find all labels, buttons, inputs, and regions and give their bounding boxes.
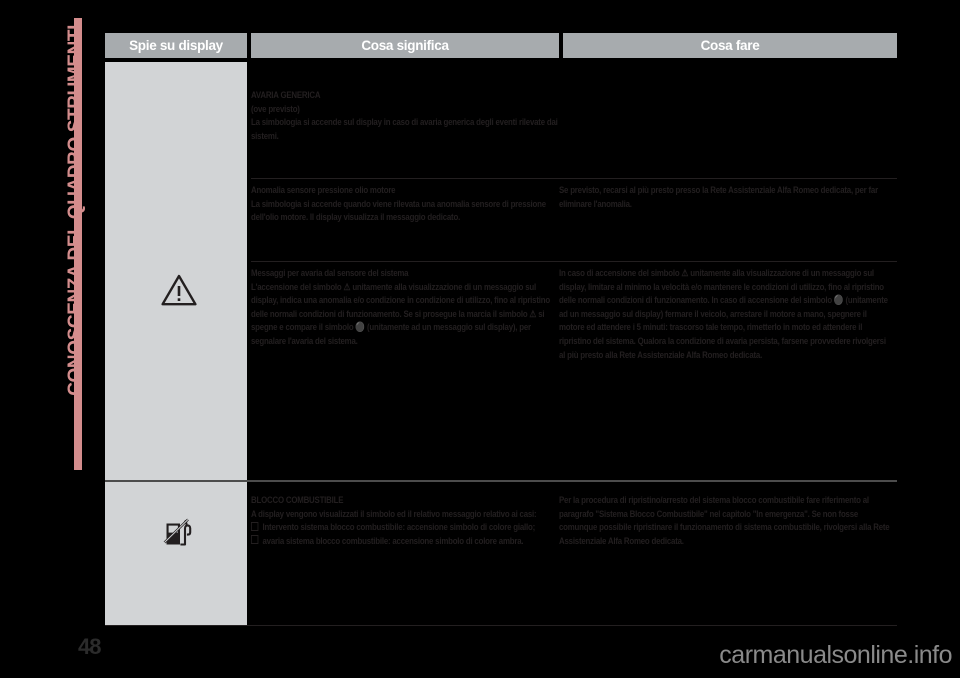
row-2-means-body: La simbologia si accende quando viene ri… [251, 198, 546, 224]
row-4-bullet-2: avaria sistema blocco combustibile: acce… [251, 535, 559, 549]
warning-lights-table: Spie su display Cosa significa Cosa fare [105, 33, 897, 627]
chapter-tab: CONOSCENZA DEL QUADRO STRUMENTI [52, 18, 86, 470]
do-cell-group: Se previsto, recarsi al più presto press… [559, 62, 893, 480]
row-1-means-subheading: (ove previsto) [251, 103, 300, 115]
bullet-square-icon [251, 521, 259, 531]
warning-triangle-icon [161, 274, 197, 306]
page-number: 48 [78, 634, 102, 659]
bullet-square-icon [251, 535, 259, 545]
icon-cell-fuel [105, 482, 247, 625]
row-1-means-heading: AVARIA GENERICA [251, 90, 321, 101]
row-4-do: Per la procedura di ripristino/arresto d… [559, 494, 893, 548]
table-block-warning: AVARIA GENERICA (ove previsto) La simbol… [105, 62, 897, 480]
row-4-means-body: A display vengono visualizzati il simbol… [251, 508, 537, 520]
row-2-do: Se previsto, recarsi al più presto press… [559, 184, 893, 211]
row-rule-1 [251, 178, 897, 180]
fuel-cutoff-icon [163, 517, 195, 549]
row-2-do-body: Se previsto, recarsi al più presto press… [559, 185, 878, 210]
row-4-do-body: Per la procedura di ripristino/arresto d… [559, 495, 890, 547]
row-rule-2 [251, 261, 897, 263]
row-4-means-heading: BLOCCO COMBUSTIBILE [251, 495, 344, 506]
table-block-fuel: BLOCCO COMBUSTIBILE A display vengono vi… [105, 482, 897, 625]
icon-cell-warning [105, 62, 247, 480]
row-2-means-heading: Anomalia sensore pressione olio motore [251, 185, 396, 196]
table-bottom-rule [105, 625, 897, 627]
row-4-means: BLOCCO COMBUSTIBILE A display vengono vi… [251, 494, 559, 548]
row-4-bullet-1-text: Intervento sistema blocco combustibile: … [262, 522, 535, 534]
manual-page: CONOSCENZA DEL QUADRO STRUMENTI Spie su … [0, 0, 960, 678]
row-2-means: Anomalia sensore pressione olio motore L… [251, 184, 559, 225]
row-3-do: In caso di accensione del simbolo ⚠ unit… [559, 267, 893, 362]
do-cell-fuel: Per la procedura di ripristino/arresto d… [559, 482, 893, 625]
row-3-do-body: In caso di accensione del simbolo ⚠ unit… [559, 268, 888, 361]
column-header-cosa-significa: Cosa significa [251, 33, 559, 58]
column-header-cosa-fare: Cosa fare [563, 33, 897, 58]
table-header-row: Spie su display Cosa significa Cosa fare [105, 33, 897, 58]
means-cell-group: AVARIA GENERICA (ove previsto) La simbol… [251, 62, 559, 480]
column-header-spie: Spie su display [105, 33, 247, 58]
site-watermark: carmanualsonline.info [719, 641, 952, 669]
row-4-bullet-2-text: avaria sistema blocco combustibile: acce… [262, 535, 524, 547]
row-1-means-body: La simbologia si accende sul display in … [251, 117, 558, 142]
row-3-means-heading: Messaggi per avaria dal sensore del sist… [251, 268, 409, 279]
row-3-means: Messaggi per avaria dal sensore del sist… [251, 267, 559, 349]
means-cell-fuel: BLOCCO COMBUSTIBILE A display vengono vi… [251, 482, 559, 625]
chapter-tab-label: CONOSCENZA DEL QUADRO STRUMENTI [65, 25, 86, 396]
row-3-means-body: L'accensione del simbolo ⚠ unitamente al… [251, 281, 550, 347]
row-4-bullet-1: Intervento sistema blocco combustibile: … [251, 521, 559, 535]
row-1-means: AVARIA GENERICA (ove previsto) La simbol… [251, 89, 559, 143]
table-body: AVARIA GENERICA (ove previsto) La simbol… [105, 62, 897, 627]
